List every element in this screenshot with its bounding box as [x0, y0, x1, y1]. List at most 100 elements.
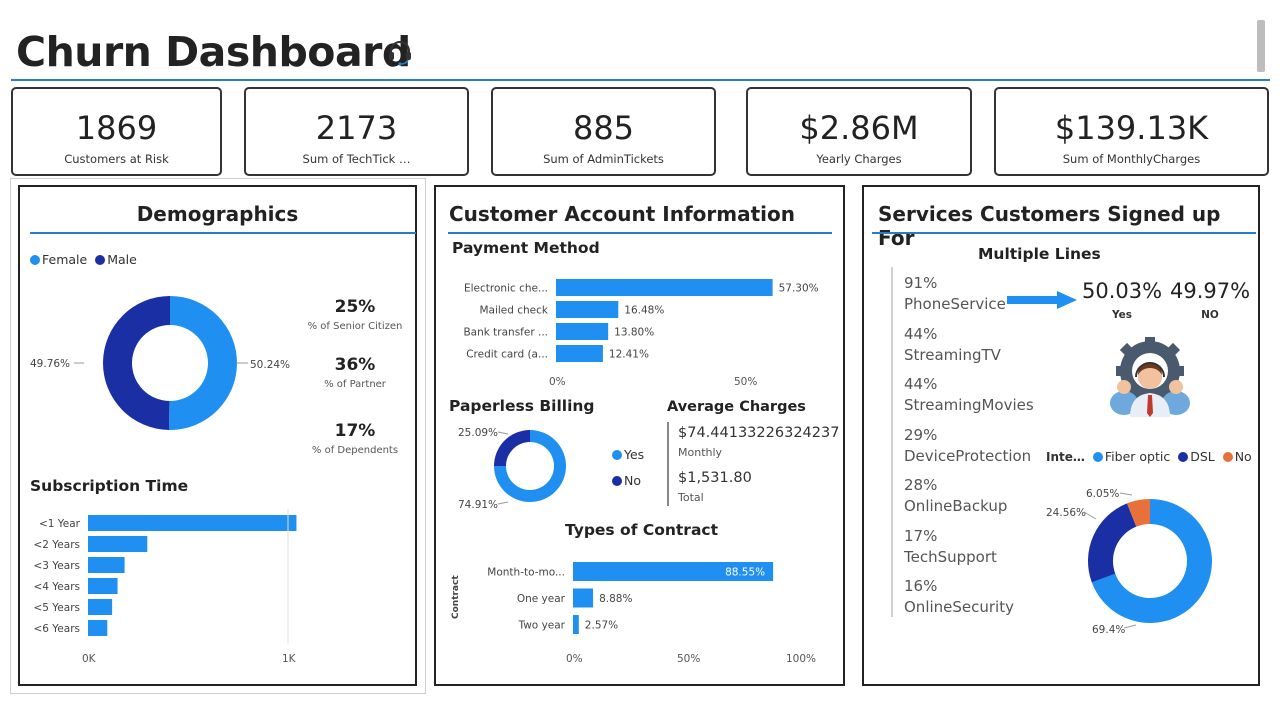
donut-slice-dsl[interactable] — [1088, 503, 1137, 583]
subscription-title: Subscription Time — [30, 477, 189, 495]
service-pct: 16% — [904, 577, 938, 595]
legend-label: Male — [107, 252, 137, 267]
bar[interactable] — [573, 615, 579, 634]
service-pct: 28% — [904, 476, 938, 494]
avg-charges-divider — [667, 422, 669, 506]
bar[interactable] — [556, 345, 603, 362]
category-label: <4 Years — [33, 581, 80, 593]
bar[interactable] — [88, 578, 118, 594]
category-label: Credit card (a... — [466, 349, 548, 361]
donut-label-yes: 74.91% — [458, 499, 498, 511]
panel-title: Demographics — [136, 202, 299, 226]
bar[interactable] — [88, 599, 113, 615]
panel-title: Customer Account Information — [449, 202, 795, 226]
avg-monthly-value: $74.44133226324237 — [678, 425, 840, 441]
kpi-admin-tickets[interactable]: 885 Sum of AdminTickets — [491, 87, 716, 176]
subscription-bar-chart[interactable]: <1 Year <2 Years <3 Years <4 Years <5 Years <… — [20, 509, 415, 669]
service-item: 44% StreamingMovies — [904, 374, 1034, 425]
donut-label-dsl: 24.56% — [1046, 507, 1086, 519]
arrow-right-icon — [1007, 291, 1077, 309]
service-pct: 29% — [904, 425, 938, 444]
category-label: <5 Years — [33, 602, 80, 614]
donut-slice-no[interactable] — [494, 430, 530, 467]
service-item: 17% TechSupport — [904, 526, 1034, 577]
bar[interactable] — [88, 557, 125, 573]
data-label: 57.30% — [779, 283, 819, 295]
kpi-value: 1869 — [75, 109, 158, 147]
title-divider — [11, 79, 1270, 81]
avg-charges-title: Average Charges — [667, 399, 806, 415]
kpi-label: Sum of MonthlyCharges — [1062, 152, 1201, 166]
internet-donut-chart[interactable]: 6.05% 24.56% 69.4% — [1044, 479, 1254, 639]
data-label: 8.88% — [599, 593, 632, 605]
legend-label: No — [1234, 449, 1252, 464]
paperless-donut-chart[interactable]: 25.09% 74.91% — [436, 419, 651, 519]
services-list-divider — [891, 267, 893, 617]
bar[interactable] — [88, 620, 108, 636]
service-pct: 17% — [904, 526, 938, 545]
kpi-tech-tickets[interactable]: 2173 Sum of TechTick … — [244, 87, 469, 176]
stat-label: % of Senior Citizen — [307, 321, 403, 332]
donut-slice-male[interactable] — [103, 296, 170, 430]
multiple-yes-value: 50.03% — [1082, 279, 1163, 303]
data-label: 13.80% — [614, 327, 654, 339]
service-pct: 44% — [904, 324, 938, 343]
legend-label: Female — [42, 252, 88, 267]
bar[interactable] — [573, 588, 594, 608]
panel-title: Services Customers Signed up For — [878, 202, 1221, 250]
category-label: Bank transfer ... — [463, 327, 548, 339]
contract-bar-chart[interactable]: Contract Month-to-mo... 88.55% One year 8.8… — [436, 549, 841, 669]
x-tick-label: 0% — [566, 653, 583, 665]
legend-dot — [95, 255, 106, 265]
stat-partner: 36% % of Partner — [305, 355, 405, 390]
scrollbar[interactable] — [1257, 20, 1265, 72]
kpi-value: $139.13K — [1054, 109, 1209, 147]
legend-dot — [612, 450, 622, 460]
headset-icon — [389, 41, 411, 66]
donut-slice-female[interactable] — [168, 296, 238, 430]
stat-senior-citizen: 25% % of Senior Citizen — [305, 297, 405, 332]
kpi-value: 2173 — [315, 109, 398, 147]
demographics-panel[interactable]: Demographics Female Male 49.76% 50.24% 2… — [18, 185, 417, 686]
payment-bar-chart[interactable]: Electronic che... 57.30% Mailed check 16.48… — [436, 271, 841, 391]
category-label: One year — [517, 593, 566, 605]
kpi-label: Customers at Risk — [64, 152, 169, 166]
bar[interactable] — [556, 323, 609, 340]
bar[interactable] — [556, 301, 619, 318]
bar[interactable] — [88, 515, 297, 531]
x-tick-label: 50% — [734, 376, 757, 388]
data-label: 2.57% — [585, 620, 618, 632]
gender-donut-chart[interactable]: 49.76% 50.24% — [28, 287, 318, 447]
services-panel[interactable]: Services Customers Signed up For Multipl… — [862, 185, 1260, 686]
account-panel[interactable]: Customer Account Information Payment Met… — [434, 185, 845, 686]
category-label: Month-to-mo... — [487, 567, 565, 579]
donut-label-male: 49.76% — [30, 358, 70, 370]
service-item: 44% StreamingTV — [904, 324, 1034, 375]
service-pct: 44% — [904, 375, 938, 393]
bar[interactable] — [88, 536, 148, 552]
data-label: 16.48% — [624, 305, 664, 317]
kpi-label: Yearly Charges — [816, 152, 902, 166]
kpi-yearly-charges[interactable]: $2.86M Yearly Charges — [746, 87, 972, 176]
avg-monthly-label: Monthly — [678, 446, 723, 459]
kpi-label: Sum of AdminTickets — [543, 152, 664, 166]
paperless-title: Paperless Billing — [449, 397, 595, 415]
legend-dot — [612, 476, 622, 486]
panel-divider — [872, 232, 1256, 234]
category-label: <6 Years — [33, 623, 80, 635]
service-name: StreamingTV — [904, 345, 1001, 364]
x-tick-label: 0% — [549, 376, 566, 388]
service-name: OnlineSecurity — [904, 598, 1014, 616]
kpi-value: 885 — [572, 109, 635, 147]
internet-legend: Inte… Fiber optic DSL No — [1046, 449, 1252, 464]
bar[interactable] — [556, 279, 773, 296]
service-name: DeviceProtection — [904, 446, 1032, 465]
payment-title: Payment Method — [452, 239, 600, 257]
contract-title: Types of Contract — [564, 521, 719, 539]
kpi-monthly-charges[interactable]: $139.13K Sum of MonthlyCharges — [994, 87, 1269, 176]
kpi-customers-at-risk[interactable]: 1869 Customers at Risk — [11, 87, 222, 176]
legend-dot — [1178, 452, 1189, 462]
multiple-no-label: NO — [1201, 309, 1219, 321]
multiple-lines-no: 49.97% NO — [1170, 279, 1250, 321]
category-label: Electronic che... — [464, 283, 548, 295]
